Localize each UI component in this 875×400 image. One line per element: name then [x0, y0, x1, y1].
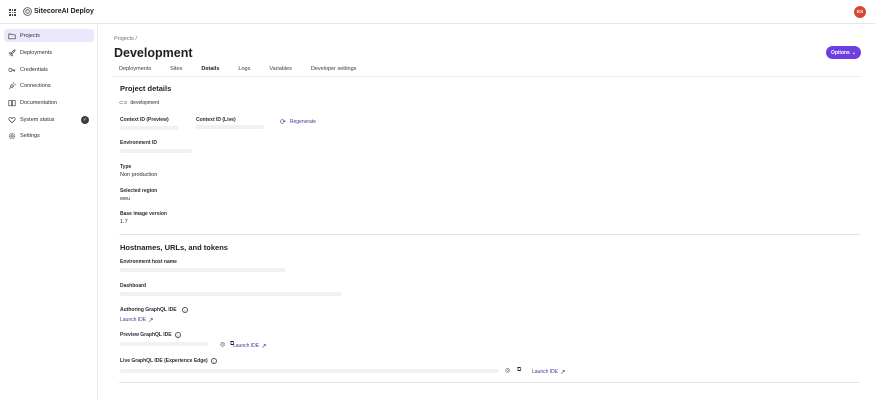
page-title: Development: [114, 46, 193, 60]
launch-ide-label: Launch IDE: [532, 369, 559, 375]
sidebar-item-label: Settings: [20, 132, 40, 139]
external-link-icon: ↗: [148, 317, 154, 324]
redacted-value: [120, 292, 342, 296]
key-icon: [8, 67, 16, 72]
context-id-preview-label: Context ID (Preview): [120, 117, 169, 123]
dashboard-label: Dashboard: [120, 283, 147, 289]
gear-icon: [8, 132, 16, 139]
redacted-value: [120, 369, 498, 373]
live-graphql-label: Live GraphQL IDE (Experience Edge): [120, 358, 208, 364]
launch-ide-label: Launch IDE: [233, 343, 260, 349]
regenerate-button[interactable]: ⟳ Regenerate: [280, 118, 316, 126]
folder-icon: [8, 33, 16, 39]
sidebar-item-credentials[interactable]: Credentials: [4, 63, 94, 76]
selected-region-value: weu: [120, 196, 131, 202]
type-value: Non production: [120, 172, 158, 178]
section-divider: [119, 382, 860, 383]
options-label: Options: [830, 49, 850, 56]
authoring-launch-ide-link[interactable]: Launch IDE ↗: [120, 316, 154, 324]
environment-name-row: ⊂⊃ development: [119, 100, 159, 106]
top-bar: SitecoreAI Deploy KS: [0, 0, 875, 24]
sidebar-item-settings[interactable]: Settings: [4, 129, 94, 142]
authoring-graphql-label: Authoring GraphQL IDE: [120, 307, 177, 313]
redacted-value: [196, 125, 264, 129]
external-link-icon: ↗: [560, 369, 566, 376]
base-image-label: Base image version: [120, 211, 167, 217]
tabs-divider: [113, 76, 861, 77]
info-icon[interactable]: i: [211, 358, 217, 364]
launch-ide-label: Launch IDE: [120, 317, 147, 323]
sidebar-item-label: System status: [20, 116, 55, 123]
hostnames-title: Hostnames, URLs, and tokens: [120, 243, 228, 252]
redacted-value: [120, 342, 208, 346]
breadcrumb[interactable]: Projects /: [114, 36, 137, 42]
app-launcher-icon[interactable]: [9, 9, 16, 16]
external-link-icon: ↗: [261, 343, 267, 350]
type-label: Type: [120, 164, 132, 170]
sidebar: Projects Deployments Credentials Connect…: [0, 24, 98, 400]
selected-region-label: Selected region: [120, 188, 158, 194]
copy-icon[interactable]: ⧉: [517, 367, 524, 374]
sidebar-item-deployments[interactable]: Deployments: [4, 46, 94, 59]
preview-graphql-label: Preview GraphQL IDE: [120, 332, 172, 338]
environment-id-label: Environment ID: [120, 140, 157, 146]
options-button[interactable]: Options ⌄: [826, 46, 861, 59]
environment-host-label: Environment host name: [120, 259, 177, 265]
sidebar-item-projects[interactable]: Projects: [4, 29, 94, 42]
redacted-value: [120, 268, 285, 272]
sidebar-item-documentation[interactable]: Documentation: [4, 96, 94, 109]
plug-icon: [8, 81, 16, 89]
redacted-value: [120, 149, 192, 153]
sidebar-item-label: Deployments: [20, 49, 53, 56]
sidebar-item-label: Documentation: [20, 99, 57, 106]
check-circle-icon: ✓: [81, 115, 89, 124]
refresh-icon: ⟳: [280, 119, 286, 126]
link-icon: ⊂⊃: [119, 100, 128, 106]
book-icon: [8, 99, 16, 106]
sitecore-logo-icon: [23, 7, 32, 16]
heart-icon: [8, 116, 16, 123]
section-divider: [119, 234, 860, 235]
info-icon[interactable]: i: [175, 332, 181, 338]
sidebar-item-label: Credentials: [20, 66, 48, 73]
sidebar-item-label: Projects: [20, 32, 40, 39]
live-launch-ide-link[interactable]: Launch IDE ↗: [532, 368, 566, 376]
regenerate-label: Regenerate: [289, 119, 317, 125]
eye-off-icon[interactable]: ◎: [220, 341, 227, 348]
context-id-live-label: Context ID (Live): [196, 117, 236, 123]
redacted-value: [120, 126, 178, 130]
sidebar-item-connections[interactable]: Connections: [4, 79, 94, 92]
app-title: SitecoreAI Deploy: [34, 8, 94, 15]
avatar[interactable]: KS: [854, 6, 866, 18]
eye-off-icon[interactable]: ◎: [505, 367, 512, 374]
sidebar-item-system-status[interactable]: System status ✓: [4, 113, 94, 126]
base-image-value: 1.7: [120, 219, 128, 225]
info-icon[interactable]: i: [182, 307, 188, 313]
project-details-title: Project details: [120, 84, 172, 93]
sidebar-item-label: Connections: [20, 82, 51, 89]
environment-name: development: [130, 100, 160, 106]
preview-launch-ide-link[interactable]: Launch IDE ↗: [233, 342, 267, 350]
main-content: Projects / Development Options ⌄ Deploym…: [99, 24, 875, 400]
chevron-down-icon: ⌄: [851, 49, 857, 56]
rocket-icon: [8, 48, 16, 57]
